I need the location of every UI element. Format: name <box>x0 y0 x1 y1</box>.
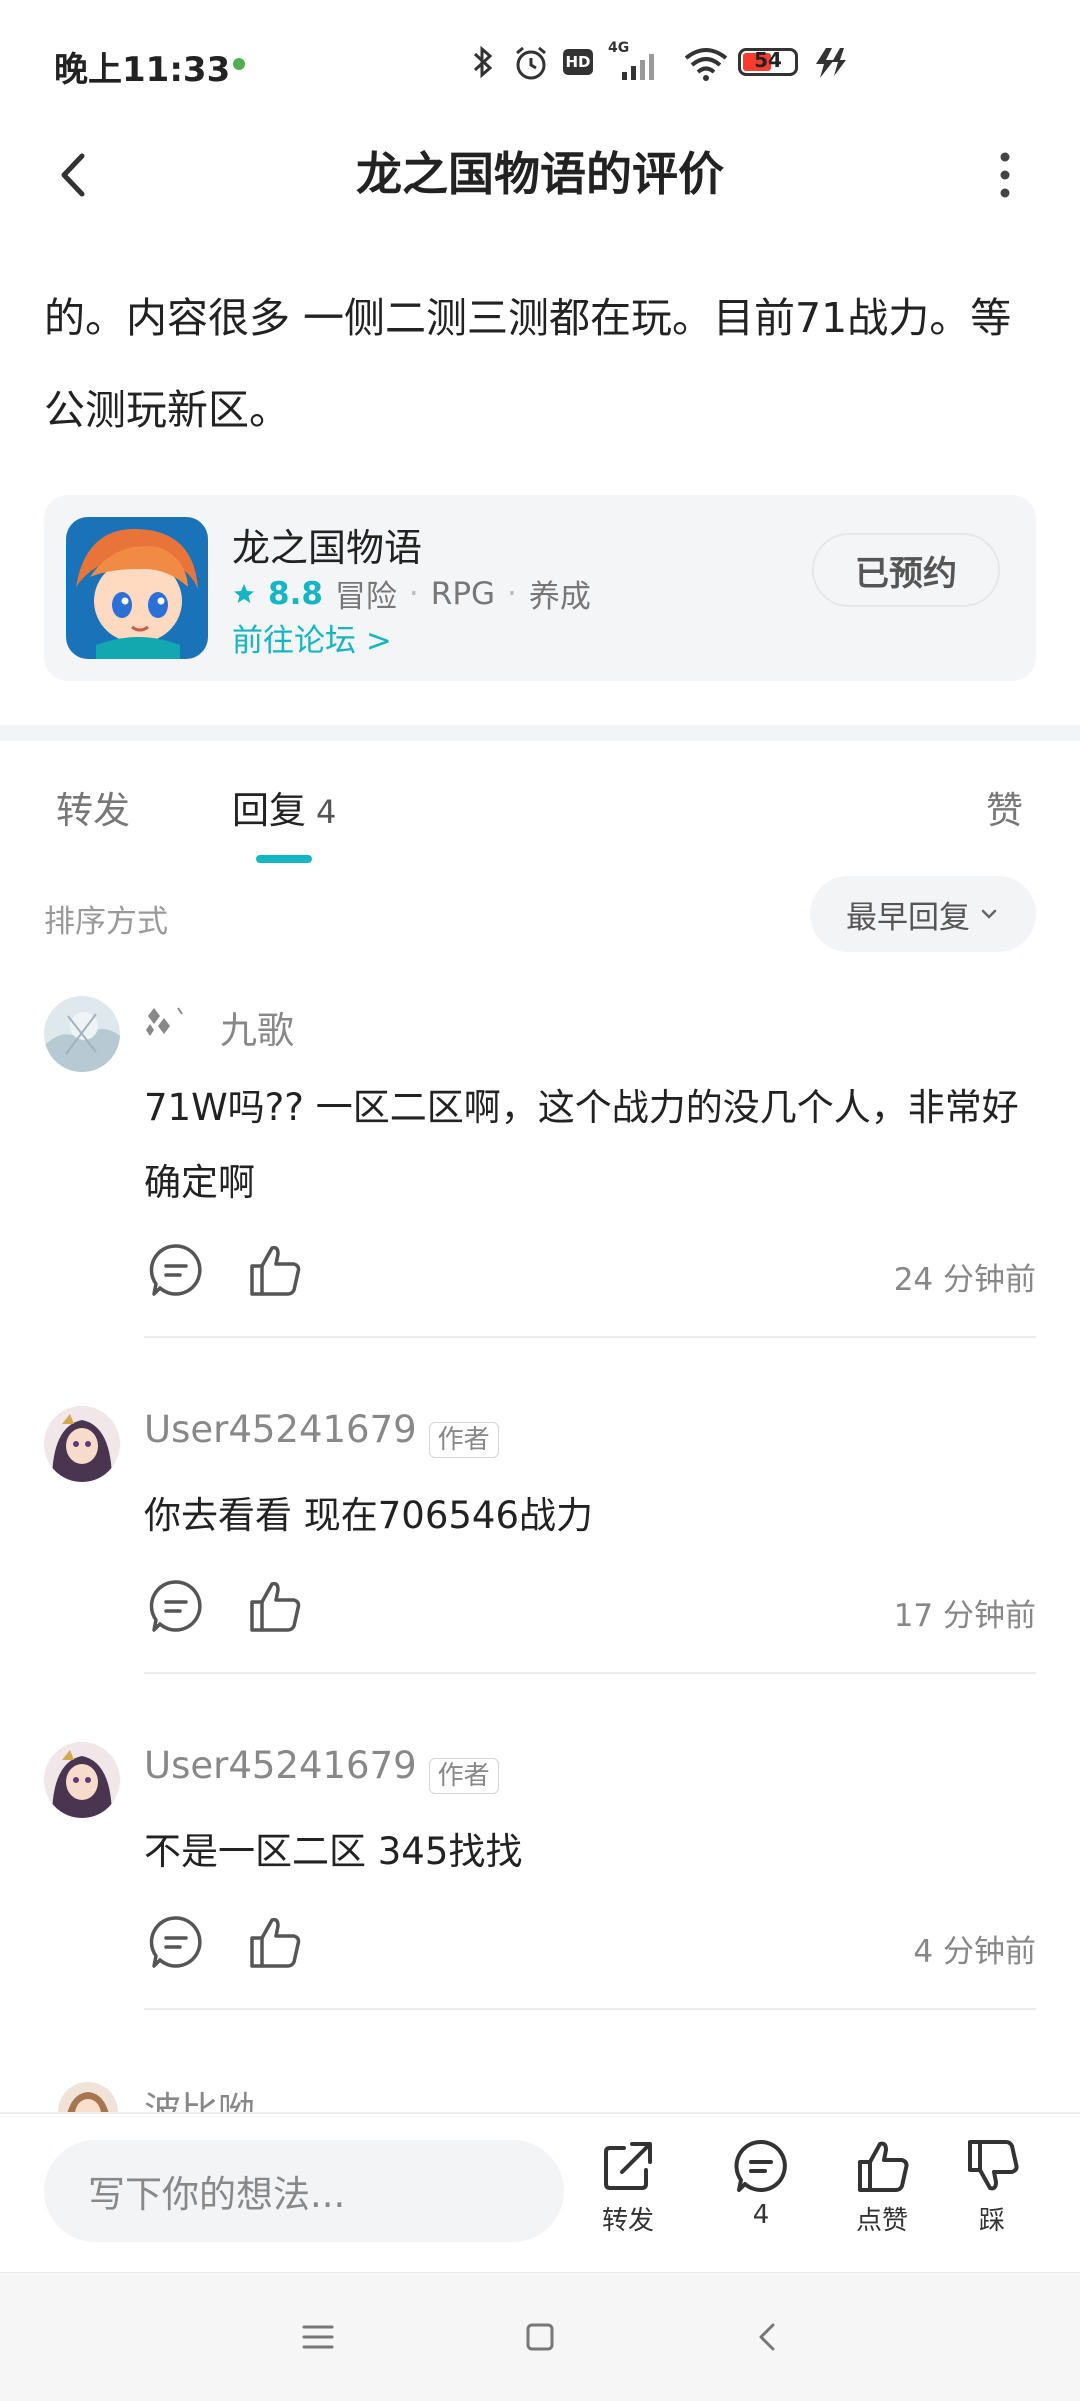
tab-reply-count: 4 <box>316 793 337 831</box>
comment-icon[interactable] <box>146 1912 206 1972</box>
charging-icon <box>816 48 846 78</box>
forum-link[interactable]: 前往论坛 > <box>232 615 392 660</box>
game-name[interactable]: 龙之国物语 <box>232 517 422 572</box>
comment-count: 4 <box>752 2200 770 2230</box>
comment-text: 你去看看 现在706546战力 <box>144 1494 594 1537</box>
wifi-icon <box>684 48 728 81</box>
bluetooth-icon <box>473 45 493 79</box>
section-divider <box>0 725 1080 741</box>
share-button[interactable]: 转发 <box>578 2136 678 2237</box>
comment-text: 不是一区二区 345找找 <box>144 1830 523 1873</box>
badge-icon <box>146 1007 183 1036</box>
game-meta: 8.8 冒险 · RPG · 养成 <box>232 571 591 616</box>
home-icon[interactable] <box>520 2317 560 2357</box>
share-icon <box>604 2142 652 2190</box>
system-nav-bar <box>0 2272 1080 2401</box>
battery-icon: 54 <box>738 48 798 76</box>
avatar[interactable] <box>44 1406 120 1482</box>
sort-dropdown[interactable]: 最早回复 <box>810 876 1036 952</box>
comment-header: User45241679 作者 <box>144 1744 499 1794</box>
comment-icon <box>734 2139 787 2192</box>
tag-separator: · <box>507 575 517 612</box>
comment-username[interactable]: User45241679 <box>144 1408 417 1451</box>
game-icon[interactable] <box>66 517 208 659</box>
hd-icon: HD <box>563 49 593 75</box>
dislike-button[interactable]: 踩 <box>942 2136 1042 2237</box>
status-bar: 晚上11:33 HD 4G 54 <box>0 0 1080 120</box>
comment-divider <box>144 2008 1036 2010</box>
thumbs-up-icon[interactable] <box>244 1912 304 1972</box>
comment-time: 17 分钟前 <box>893 1598 1036 1634</box>
dislike-label: 踩 <box>978 2206 1005 2236</box>
chevron-down-icon <box>981 909 997 919</box>
tab-reply[interactable]: 回复 4 <box>232 780 336 834</box>
game-tag: 冒险 <box>334 579 397 615</box>
avatar[interactable] <box>44 1742 120 1818</box>
star-icon <box>234 583 254 603</box>
game-tag: RPG <box>430 575 496 612</box>
author-badge: 作者 <box>428 1758 499 1794</box>
sort-label: 排序方式 <box>44 904 168 940</box>
comment-icon[interactable] <box>146 1240 206 1300</box>
comment-username[interactable]: 九歌 <box>220 1000 294 1054</box>
bottom-action-bar: 写下你的想法... 转发 4 点赞 踩 <box>0 2112 1080 2274</box>
page-title: 龙之国物语的评价 <box>356 147 724 201</box>
back-button[interactable] <box>40 140 110 210</box>
author-badge: 作者 <box>428 1422 499 1458</box>
share-label: 转发 <box>601 2206 654 2236</box>
thumbs-up-icon[interactable] <box>244 1576 304 1636</box>
alarm-icon <box>516 46 546 80</box>
comment-count-button[interactable]: 4 <box>711 2136 811 2230</box>
more-vertical-icon[interactable] <box>980 145 1030 205</box>
comment-divider <box>144 1672 1036 1674</box>
comment-icon[interactable] <box>146 1576 206 1636</box>
menu-icon[interactable] <box>298 2317 338 2357</box>
comment-time: 24 分钟前 <box>893 1262 1036 1298</box>
comment-input[interactable]: 写下你的想法... <box>44 2140 564 2242</box>
thumbs-up-icon[interactable] <box>244 1240 304 1300</box>
thumbs-down-icon <box>968 2140 1019 2191</box>
like-label: 点赞 <box>855 2206 908 2236</box>
reserved-button[interactable]: 已预约 <box>812 533 1000 607</box>
tab-indicator <box>256 855 312 863</box>
comment-time: 4 分钟前 <box>913 1934 1036 1970</box>
back-nav-icon[interactable] <box>748 2317 788 2357</box>
tab-reply-label: 回复 <box>232 789 306 832</box>
avatar[interactable] <box>44 996 120 1072</box>
like-button[interactable]: 点赞 <box>832 2136 932 2237</box>
thumbs-up-icon <box>858 2141 909 2192</box>
game-rating: 8.8 <box>268 575 323 612</box>
game-tag: 养成 <box>528 579 591 615</box>
comment-divider <box>144 1336 1036 1338</box>
tag-separator: · <box>408 575 419 612</box>
comment-header: User45241679 作者 <box>144 1408 499 1458</box>
sort-dropdown-label: 最早回复 <box>846 899 970 936</box>
signal-icon <box>622 54 654 80</box>
tab-like[interactable]: 赞 <box>986 780 1023 834</box>
game-card[interactable]: 龙之国物语 8.8 冒险 · RPG · 养成 前往论坛 > 已预约 <box>44 495 1036 681</box>
tab-forward[interactable]: 转发 <box>56 780 130 834</box>
comment-text: 71W吗?? 一区二区啊，这个战力的没几个人，非常好确定啊 <box>144 1086 1019 1204</box>
status-time: 晚上11:33 <box>54 50 231 90</box>
battery-level: 54 <box>754 48 782 72</box>
status-dot-icon <box>233 58 245 70</box>
comment-username[interactable]: User45241679 <box>144 1744 417 1787</box>
review-text: 的。内容很多 一侧二测三测都在玩。目前71战力。等公测玩新区。 <box>44 294 1012 434</box>
